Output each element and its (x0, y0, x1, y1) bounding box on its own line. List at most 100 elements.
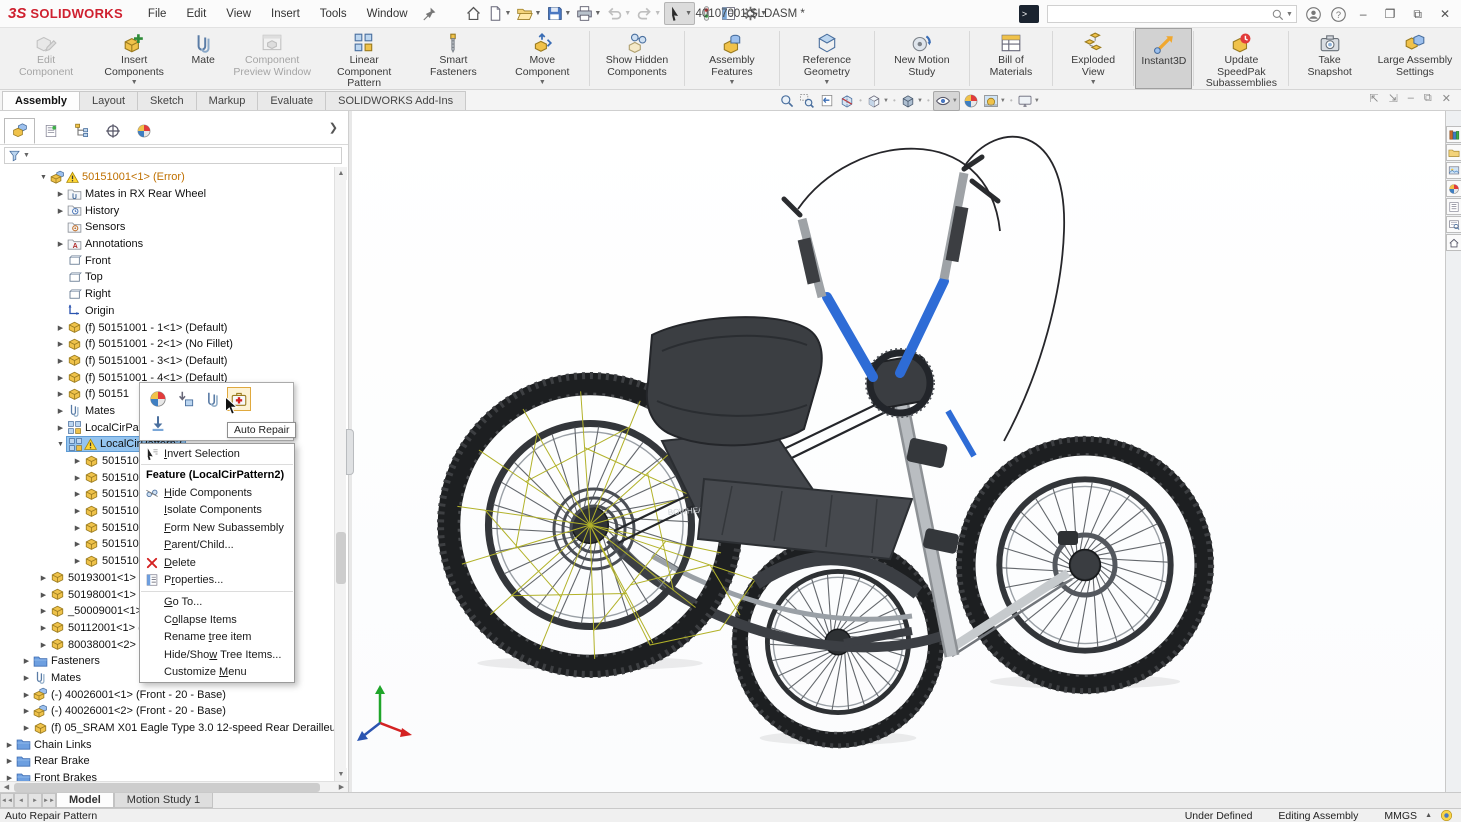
expand-right-icon[interactable]: ▶ (38, 641, 49, 649)
expand-right-icon[interactable]: ▶ (72, 457, 83, 465)
expand-right-icon[interactable]: ▶ (55, 207, 66, 215)
expand-right-icon[interactable]: ▶ (4, 741, 15, 749)
expand-right-icon[interactable]: ▶ (72, 540, 83, 548)
edit-appearance-button[interactable] (962, 92, 980, 110)
tab-evaluate[interactable]: Evaluate (257, 91, 327, 110)
document-pane-previous-button[interactable]: ⇱ (1369, 92, 1378, 105)
tab-markup[interactable]: Markup (195, 91, 259, 110)
new-document-button[interactable]: ▼ (485, 3, 514, 24)
ribbon-linear-component-pattern-button[interactable]: Linear Component Pattern ▼ (318, 28, 410, 98)
expand-right-icon[interactable]: ▶ (72, 474, 83, 482)
design-library-tab[interactable] (1446, 126, 1461, 143)
menu-item-parent-child-[interactable]: Parent/Child... (140, 537, 294, 554)
command-search-icon[interactable]: > (1018, 5, 1039, 23)
ribbon-assembly-features-button[interactable]: Assembly Features ▼ (686, 28, 778, 89)
search-caret-icon[interactable]: ▼ (1286, 11, 1293, 18)
tree-item[interactable]: Origin (0, 303, 334, 320)
menu-item-delete[interactable]: Delete (140, 554, 294, 571)
menu-item-collapse-items[interactable]: Collapse Items (140, 611, 294, 628)
expand-right-icon[interactable]: ▶ (21, 657, 32, 665)
ribbon-new-motion-study-button[interactable]: New Motion Study (876, 28, 968, 89)
document-minimize-button[interactable]: – (1408, 92, 1414, 105)
tab-layout[interactable]: Layout (78, 91, 139, 110)
tree-item[interactable]: ▶ (-) 40026001<1> (Front - 20 - Base) (0, 686, 334, 703)
select-button[interactable]: ▼ (664, 2, 696, 25)
expand-right-icon[interactable]: ▶ (21, 674, 32, 682)
expand-right-icon[interactable]: ▶ (55, 357, 66, 365)
document-pane-next-button[interactable]: ⇲ (1389, 92, 1398, 105)
menu-item-customize-menu[interactable]: Customize Menu (140, 663, 294, 680)
ribbon-move-component-button[interactable]: Move Component ▼ (497, 28, 588, 89)
print-button[interactable]: ▼ (574, 3, 603, 24)
menu-item-hide-show-tree-items-[interactable]: Hide/Show Tree Items... (140, 646, 294, 663)
units-value[interactable]: MMGS (1384, 810, 1417, 822)
configurationmanager-tab[interactable] (66, 118, 97, 144)
hide-show-items-button[interactable]: ▼ (932, 90, 960, 111)
tab-scroll-prev-icon[interactable]: ◄ (14, 793, 28, 808)
zoom-to-area-button[interactable] (798, 92, 816, 110)
dropdown-caret-icon[interactable]: ▼ (564, 10, 571, 17)
menu-edit[interactable]: Edit (177, 5, 215, 23)
expand-right-icon[interactable]: ▶ (38, 574, 49, 582)
suppress-icon[interactable] (173, 387, 197, 411)
menu-item-properties-[interactable]: Properties... (140, 571, 294, 588)
dropdown-caret-icon[interactable]: ▼ (505, 10, 512, 17)
ribbon-show-hidden-components-button[interactable]: Show Hidden Components (591, 28, 683, 89)
view-settings-button[interactable]: ▼ (1016, 92, 1041, 110)
dropdown-caret-icon[interactable]: ▼ (594, 10, 601, 17)
previous-view-button[interactable] (818, 92, 836, 110)
tree-item[interactable]: Top (0, 269, 334, 286)
expand-right-icon[interactable]: ▶ (4, 774, 15, 781)
close-button[interactable]: ✕ (1435, 7, 1455, 21)
dropdown-caret-icon[interactable]: ▼ (917, 98, 923, 104)
menu-item-isolate-components[interactable]: Isolate Components (140, 502, 294, 519)
expand-right-icon[interactable]: ▶ (55, 374, 66, 382)
solidworks-resources-tab[interactable] (1446, 234, 1461, 251)
expand-right-icon[interactable]: ▶ (55, 390, 66, 398)
view-orientation-button[interactable]: ▼ (865, 92, 890, 110)
units-caret-icon[interactable]: ▲ (1425, 812, 1432, 819)
tree-item[interactable]: ▶ History (0, 202, 334, 219)
tab-solidworks-add-ins[interactable]: SOLIDWORKS Add-Ins (325, 91, 467, 110)
expand-down-icon[interactable]: ▼ (38, 174, 49, 181)
expand-right-icon[interactable]: ▶ (55, 407, 66, 415)
vertical-scroll-thumb[interactable] (336, 532, 346, 584)
expand-right-icon[interactable]: ▶ (21, 724, 32, 732)
expand-right-icon[interactable]: ▶ (38, 591, 49, 599)
tree-item[interactable]: Sensors (0, 219, 334, 236)
redo-button[interactable]: ▼ (634, 3, 663, 24)
help-icon[interactable]: ? (1330, 6, 1347, 23)
display-style-button[interactable]: ▼ (899, 92, 924, 110)
tab-sketch[interactable]: Sketch (137, 91, 197, 110)
undo-button[interactable]: ▼ (604, 3, 633, 24)
ribbon-reference-geometry-button[interactable]: Reference Geometry ▼ (781, 28, 873, 89)
expand-right-icon[interactable]: ▶ (38, 607, 49, 615)
section-view-button[interactable] (838, 92, 856, 110)
insert-below-icon[interactable] (146, 411, 170, 435)
panel-flyout-icon[interactable]: ❯ (329, 121, 338, 134)
tree-item[interactable]: ▶ (f) 50151001 - 1<1> (Default) (0, 319, 334, 336)
tree-item[interactable]: ▶ Chain Links (0, 736, 334, 753)
panel-splitter-grip[interactable] (346, 429, 354, 475)
view-palette-tab[interactable] (1446, 162, 1461, 179)
ribbon-insert-components-button[interactable]: Insert Components ▼ (88, 28, 180, 89)
expand-right-icon[interactable]: ▶ (72, 507, 83, 515)
apply-scene-button[interactable]: ▼ (982, 92, 1007, 110)
tree-item[interactable]: ▶ Rear Brake (0, 753, 334, 770)
expand-right-icon[interactable]: ▶ (4, 757, 15, 765)
file-explorer-tab[interactable] (1446, 144, 1461, 161)
dropdown-caret-icon[interactable]: ▼ (624, 10, 631, 17)
model-tab-motion-study-1[interactable]: Motion Study 1 (113, 793, 214, 808)
minimize-button[interactable]: – (1355, 7, 1372, 21)
dropdown-caret-icon[interactable]: ▼ (131, 79, 138, 86)
menu-file[interactable]: File (139, 5, 176, 23)
displaymanager-tab[interactable] (128, 118, 159, 144)
dropdown-caret-icon[interactable]: ▼ (685, 10, 692, 17)
custom-properties-tab[interactable] (1446, 198, 1461, 215)
horizontal-scroll-thumb[interactable] (14, 783, 320, 792)
tree-item[interactable]: ▼ 50151001<1> (Error) (0, 169, 334, 186)
dropdown-caret-icon[interactable]: ▼ (539, 79, 546, 86)
home-button[interactable] (463, 3, 484, 24)
expand-right-icon[interactable]: ▶ (21, 707, 32, 715)
featuremanager-tab[interactable] (4, 117, 35, 144)
